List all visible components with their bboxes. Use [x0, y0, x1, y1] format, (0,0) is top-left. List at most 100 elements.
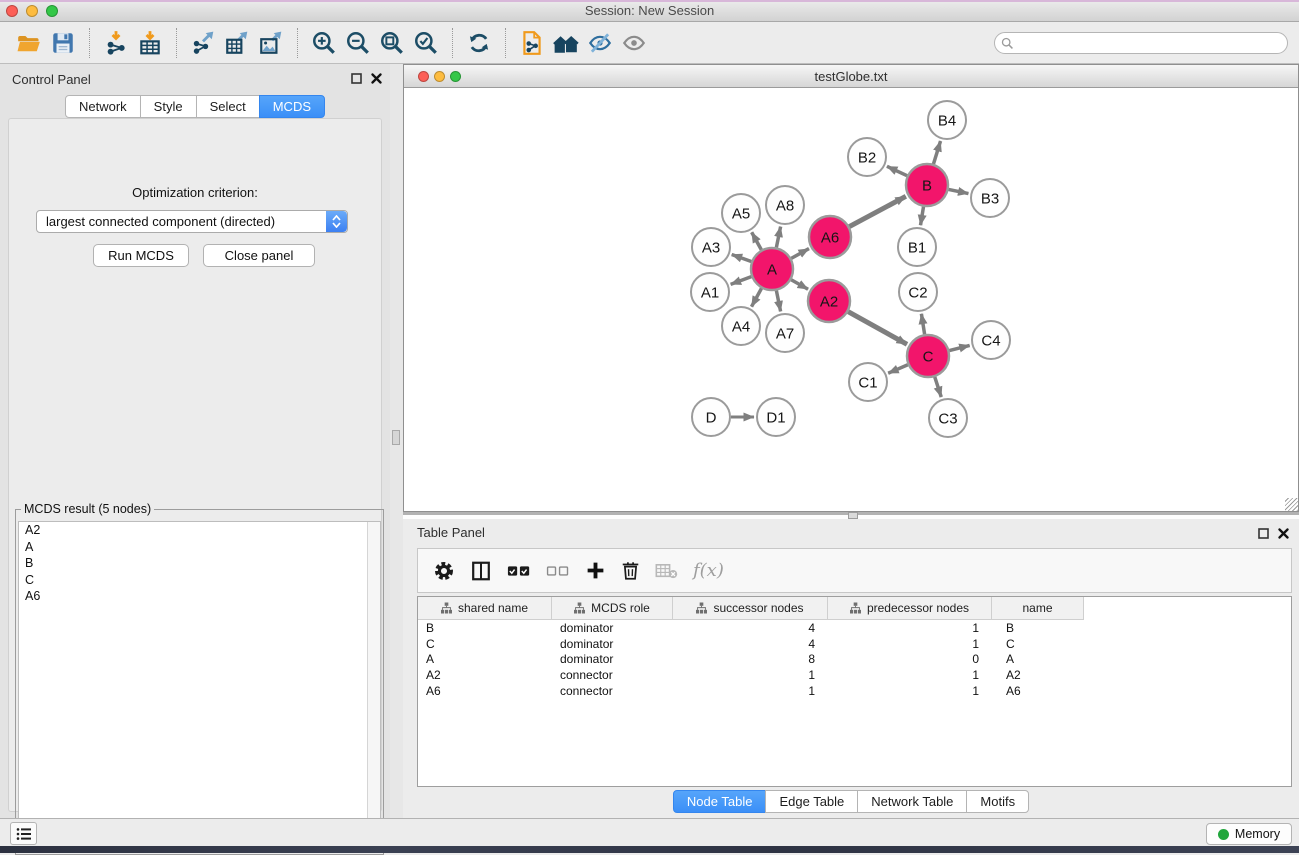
table-row[interactable]: Adominator80A — [418, 652, 1291, 668]
home-view-icon[interactable] — [549, 26, 583, 60]
graph-edge-B-B4[interactable] — [933, 141, 940, 164]
graph-edge-B-B2[interactable] — [887, 166, 907, 175]
mcds-result-group: MCDS result (5 nodes) A2ABCA6 — [15, 509, 384, 855]
export-network-icon[interactable] — [186, 26, 220, 60]
splitter-handle[interactable] — [392, 430, 400, 445]
function-builder-icon[interactable]: f(x) — [693, 560, 724, 581]
mcds-result-item[interactable]: B — [19, 555, 380, 572]
zoom-in-icon[interactable] — [307, 26, 341, 60]
graph-edge-C-C2[interactable] — [921, 314, 924, 335]
graph-edge-A-A8[interactable] — [776, 227, 780, 248]
export-table-icon[interactable] — [220, 26, 254, 60]
task-history-button[interactable] — [10, 822, 37, 845]
import-network-icon[interactable] — [99, 26, 133, 60]
table-row[interactable]: Bdominator41B — [418, 620, 1291, 636]
table-row[interactable]: A6connector11A6 — [418, 683, 1291, 699]
delete-column-icon[interactable] — [621, 560, 640, 581]
hide-graphics-details-icon[interactable] — [583, 26, 617, 60]
graph-node-label: A8 — [776, 197, 794, 214]
table-row[interactable]: Cdominator41C — [418, 636, 1291, 652]
tab-style[interactable]: Style — [140, 95, 197, 118]
graph-edge-A2-C[interactable] — [848, 312, 907, 345]
table-cell: 1 — [673, 668, 828, 682]
column-header-successor-nodes[interactable]: successor nodes — [673, 597, 828, 620]
graph-edge-C-C3[interactable] — [935, 377, 941, 397]
graph-edge-A-A1[interactable] — [731, 277, 752, 285]
float-panel-icon[interactable] — [1258, 526, 1269, 544]
graph-node-label: B — [922, 177, 932, 194]
mcds-tab-content: Optimization criterion: largest connecte… — [8, 118, 382, 812]
export-image-icon[interactable] — [254, 26, 288, 60]
tab-network-table[interactable]: Network Table — [857, 790, 967, 813]
tab-motifs[interactable]: Motifs — [966, 790, 1029, 813]
graph-edge-B-B1[interactable] — [921, 207, 924, 226]
tab-node-table[interactable]: Node Table — [673, 790, 767, 813]
memory-status-icon — [1218, 829, 1229, 840]
zoom-out-icon[interactable] — [341, 26, 375, 60]
open-file-icon[interactable] — [12, 26, 46, 60]
close-panel-icon[interactable] — [1278, 526, 1289, 544]
memory-label: Memory — [1235, 827, 1280, 841]
vertical-splitter[interactable] — [390, 64, 403, 818]
column-browser-icon[interactable] — [470, 560, 492, 582]
zoom-selected-icon[interactable] — [409, 26, 443, 60]
zoom-fit-icon[interactable] — [375, 26, 409, 60]
save-session-icon[interactable] — [46, 26, 80, 60]
status-bar: Memory — [0, 818, 1299, 846]
graph-node-label: C3 — [938, 410, 957, 427]
memory-button[interactable]: Memory — [1206, 823, 1292, 845]
table-cell: A6 — [992, 684, 1084, 698]
resize-grip-icon[interactable] — [1285, 498, 1298, 511]
column-header-name[interactable]: name — [992, 597, 1084, 620]
network-canvas[interactable]: AA1A3A5A8A4A7A6A2BB1B2B3B4CC1C2C3C4DD1 — [405, 88, 1297, 511]
graph-edge-C-C4[interactable] — [949, 345, 969, 350]
mcds-result-item[interactable]: A6 — [19, 588, 380, 605]
graph-edge-A-A5[interactable] — [752, 232, 762, 250]
column-header-predecessor-nodes[interactable]: predecessor nodes — [828, 597, 992, 620]
column-header-shared-name[interactable]: shared name — [418, 597, 552, 620]
close-panel-button[interactable]: Close panel — [203, 244, 315, 267]
table-cell: 1 — [828, 621, 992, 635]
graph-node-label: D1 — [766, 409, 785, 426]
mcds-result-item[interactable]: C — [19, 572, 380, 589]
criterion-select[interactable]: largest connected component (directed) — [36, 210, 348, 233]
tab-network[interactable]: Network — [65, 95, 141, 118]
splitter-handle[interactable] — [848, 512, 858, 519]
close-panel-icon[interactable] — [371, 73, 382, 84]
add-column-icon[interactable] — [585, 560, 606, 581]
table-row[interactable]: A2connector11A2 — [418, 667, 1291, 683]
settings-gear-icon[interactable] — [433, 560, 455, 582]
network-from-file-icon[interactable] — [515, 26, 549, 60]
select-all-icon[interactable] — [507, 563, 531, 579]
float-panel-icon[interactable] — [351, 73, 362, 84]
tab-mcds[interactable]: MCDS — [259, 95, 325, 118]
graph-edge-A-A7[interactable] — [776, 291, 780, 312]
import-table-icon[interactable] — [133, 26, 167, 60]
result-scrollbar[interactable] — [367, 522, 380, 851]
column-header-MCDS-role[interactable]: MCDS role — [552, 597, 673, 620]
graph-edge-A6-B[interactable] — [849, 196, 905, 226]
graph-edge-C-C1[interactable] — [888, 365, 908, 374]
graph-edge-A-A6[interactable] — [791, 249, 809, 259]
table-panel: Table Panel — [403, 519, 1299, 818]
delete-table-icon[interactable] — [655, 562, 678, 580]
graph-edge-A-A3[interactable] — [732, 254, 752, 261]
graph-edge-A-A2[interactable] — [791, 280, 808, 289]
graph-edge-B-B3[interactable] — [949, 189, 969, 193]
desktop-background — [0, 846, 1299, 853]
tab-select[interactable]: Select — [196, 95, 260, 118]
run-mcds-button[interactable]: Run MCDS — [93, 244, 189, 267]
mcds-result-item[interactable]: A — [19, 539, 380, 556]
mcds-result-item[interactable]: A2 — [19, 522, 380, 539]
show-hide-icon[interactable] — [617, 26, 651, 60]
network-window-titlebar[interactable]: testGlobe.txt — [404, 65, 1298, 88]
table-tabs: Node TableEdge TableNetwork TableMotifs — [403, 790, 1299, 813]
refresh-icon[interactable] — [462, 26, 496, 60]
main-toolbar — [0, 22, 1299, 64]
graph-edge-A-A4[interactable] — [752, 288, 762, 306]
search-input[interactable] — [1014, 34, 1287, 52]
tab-edge-table[interactable]: Edge Table — [765, 790, 858, 813]
horizontal-splitter[interactable] — [403, 512, 1299, 519]
deselect-all-icon[interactable] — [546, 563, 570, 579]
toolbar-separator — [176, 28, 177, 58]
